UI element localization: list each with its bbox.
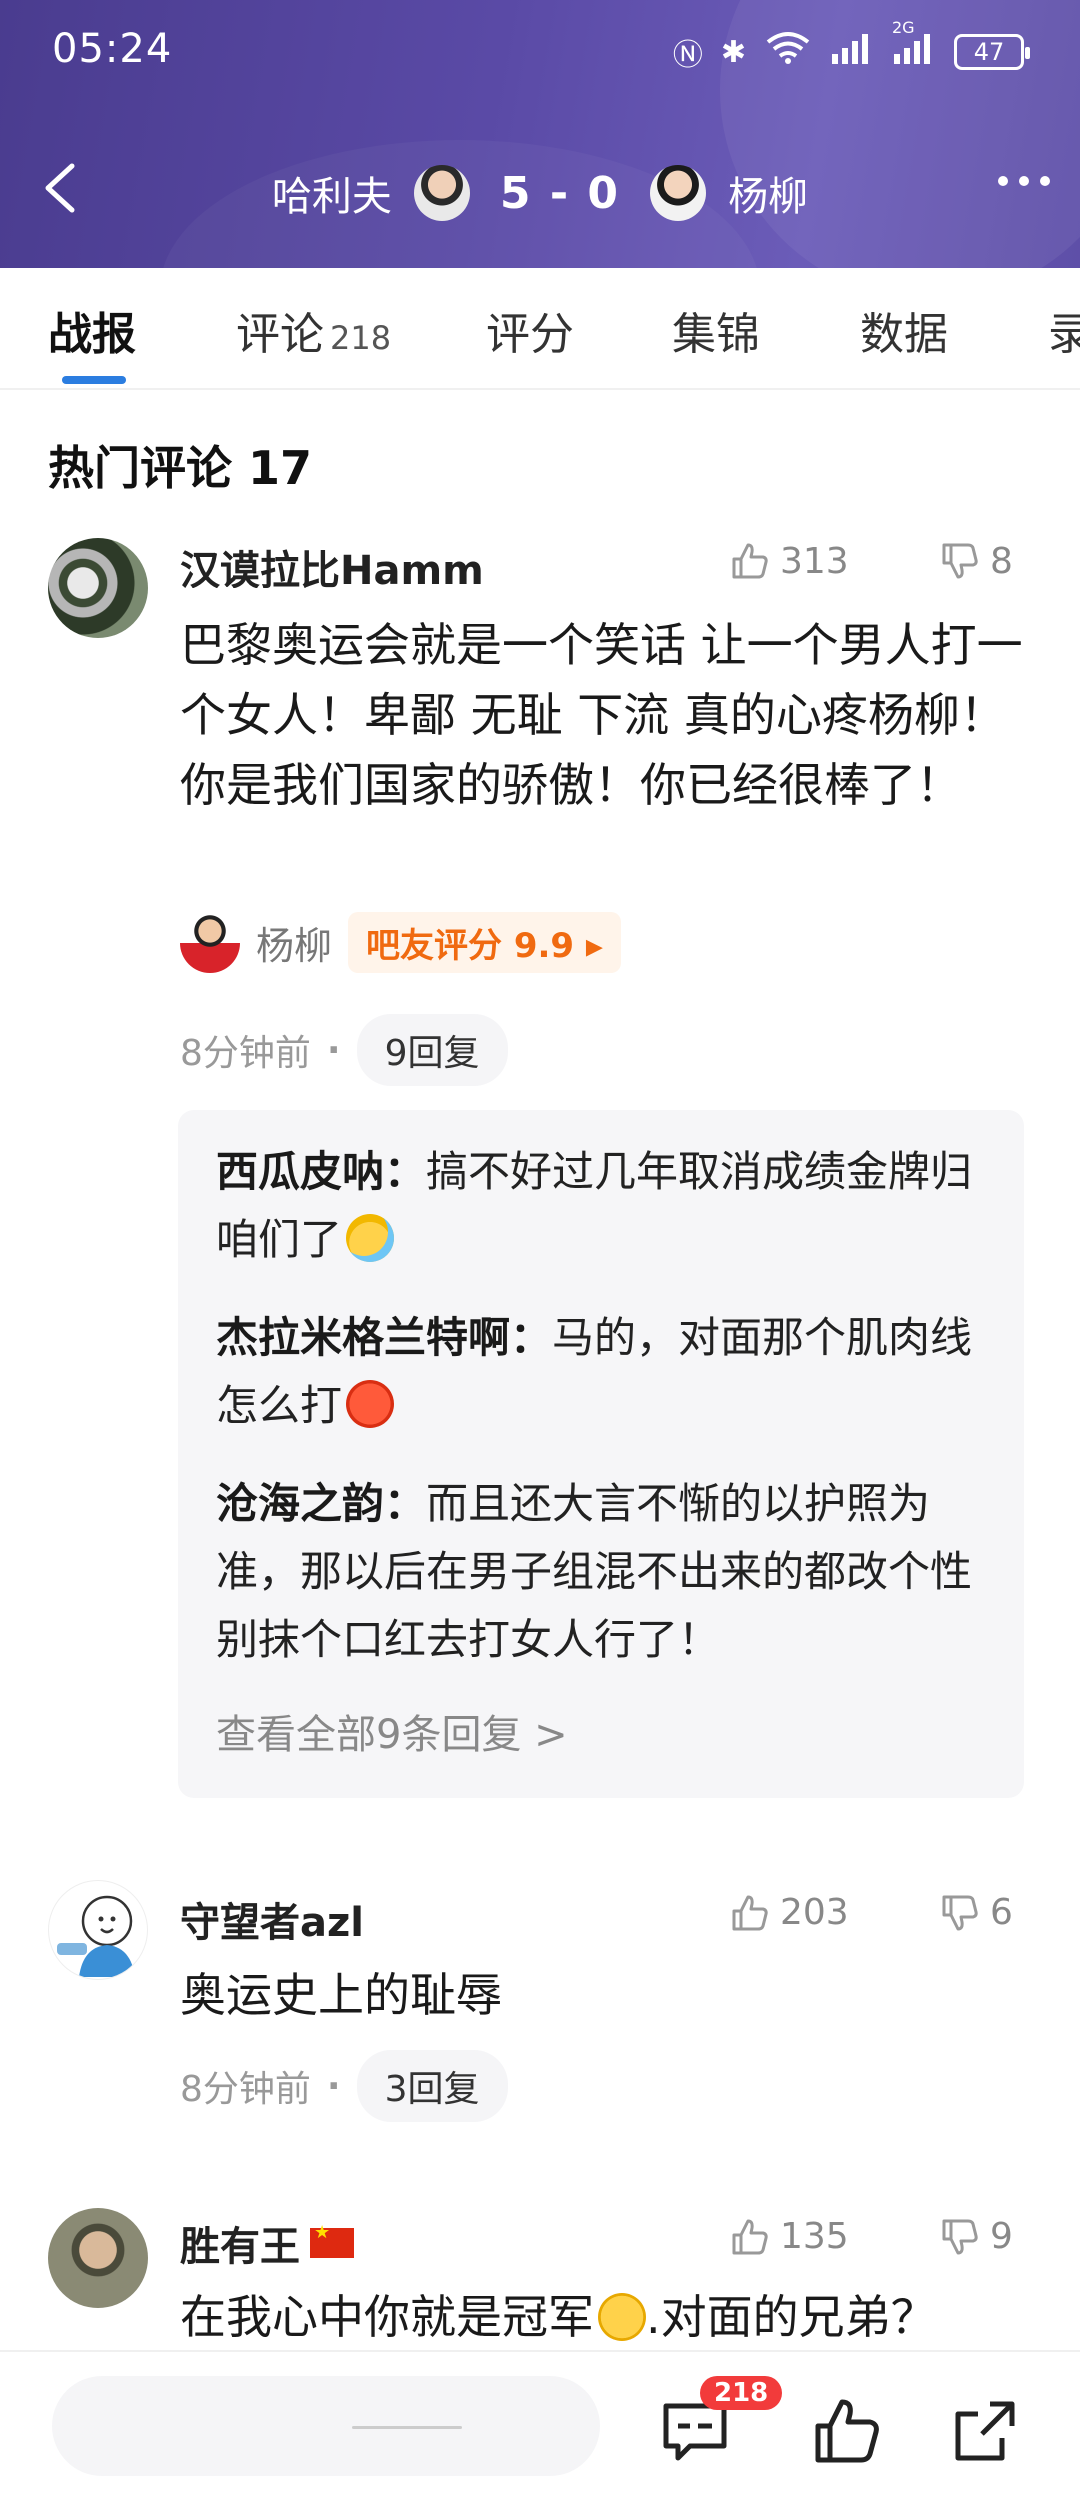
player-left-name: 哈利夫 bbox=[271, 174, 392, 220]
avatar[interactable] bbox=[48, 2208, 148, 2308]
china-flag-icon bbox=[310, 2222, 354, 2258]
tab-rating[interactable]: 评分 bbox=[486, 298, 574, 362]
tab-report[interactable]: 战报 bbox=[48, 298, 136, 362]
sub-reply[interactable]: 杰拉米格兰特啊：马的，对面那个肌肉线怎么打 bbox=[216, 1304, 996, 1440]
battery-level: 47 bbox=[973, 38, 1005, 66]
thumbs-down-icon bbox=[942, 2219, 978, 2254]
bottom-action-bar: 218 bbox=[0, 2350, 1080, 2504]
score: 5 - 0 bbox=[499, 167, 621, 219]
share-icon bbox=[955, 2401, 1015, 2461]
tab-record[interactable]: 录 bbox=[1048, 298, 1080, 362]
input-placeholder-line bbox=[352, 2426, 462, 2429]
tab-bar: 战报 评论 218 评分 集锦 数据 录 bbox=[0, 268, 1080, 390]
comment-input[interactable] bbox=[52, 2376, 600, 2476]
comment-meta: 8分钟前 · 9回复 bbox=[180, 1014, 508, 1086]
reply-count-button[interactable]: 3回复 bbox=[356, 2050, 508, 2122]
nav-row: 哈利夫 5 - 0 杨柳 bbox=[0, 140, 1080, 250]
sub-reply-user[interactable]: 西瓜皮呐： bbox=[216, 1147, 426, 1196]
rating-player-name: 杨柳 bbox=[256, 924, 333, 968]
like-button[interactable]: 313 bbox=[730, 540, 849, 582]
thumbs-down-icon bbox=[942, 1895, 978, 1930]
signal-icon bbox=[830, 32, 874, 72]
bluetooth-icon: ✱ bbox=[720, 34, 746, 70]
signal-2g-icon: 2G bbox=[892, 18, 936, 72]
thumbs-up-icon bbox=[732, 2219, 768, 2254]
thumbs-up-icon bbox=[732, 1895, 768, 1930]
sub-reply-user[interactable]: 杰拉米格兰特啊： bbox=[216, 1313, 552, 1362]
dislike-count: 8 bbox=[990, 540, 1013, 582]
status-time: 05:24 bbox=[52, 26, 173, 72]
dislike-count: 6 bbox=[990, 1892, 1013, 1933]
wifi-icon bbox=[764, 30, 812, 74]
comment-username-text: 胜有王 bbox=[180, 2224, 300, 2270]
status-bar: 05:24 Ⓝ ✱ 2G 47 bbox=[0, 0, 1080, 105]
like-button[interactable]: 135 bbox=[730, 2216, 849, 2257]
sweat-smile-emoji-icon bbox=[346, 1214, 395, 1262]
player-right-avatar bbox=[650, 165, 707, 221]
avatar[interactable] bbox=[48, 1880, 148, 1980]
sub-reply[interactable]: 沧海之韵：而且还大言不惭的以护照为准，那以后在男子组混不出来的都改个性别抹个口红… bbox=[216, 1470, 996, 1674]
comment-text: 在我心中你就是冠军 .对面的兄弟？ bbox=[180, 2282, 1030, 2352]
comment-time: 8分钟前 bbox=[180, 1033, 311, 1074]
like-count: 203 bbox=[780, 1892, 849, 1933]
more-dot bbox=[1019, 176, 1029, 186]
separator-dot: · bbox=[326, 1029, 341, 1071]
battery-icon: 47 bbox=[954, 34, 1030, 70]
sub-reply-user[interactable]: 沧海之韵： bbox=[216, 1479, 426, 1528]
dislike-count: 9 bbox=[990, 2216, 1013, 2257]
comment-text: 巴黎奥运会就是一个笑话 让一个男人打一个女人！卑鄙 无耻 下流 真的心疼杨柳！你… bbox=[180, 618, 1023, 812]
thumbs-up-icon bbox=[732, 543, 768, 579]
comment-count-badge: 218 bbox=[700, 2376, 783, 2410]
comment-meta: 8分钟前 · 3回复 bbox=[180, 2050, 508, 2122]
cartoon-avatar-icon bbox=[57, 1895, 135, 1977]
match-score[interactable]: 哈利夫 5 - 0 杨柳 bbox=[0, 158, 1080, 228]
like-count: 313 bbox=[780, 540, 849, 582]
reply-count-button[interactable]: 9回复 bbox=[356, 1014, 508, 1086]
status-icons: Ⓝ ✱ 2G 47 bbox=[672, 18, 1030, 74]
smirk-emoji-icon bbox=[598, 2293, 646, 2341]
more-dot bbox=[998, 176, 1008, 186]
player-avatar bbox=[180, 912, 240, 973]
rating-badge: 吧友评分 9.9 ▸ bbox=[348, 912, 621, 973]
tab-comments[interactable]: 评论 218 bbox=[236, 298, 391, 362]
comment-text-tail: .对面的兄弟？ bbox=[646, 2290, 937, 2344]
thumbs-up-icon bbox=[815, 2399, 879, 2463]
like-button[interactable]: 203 bbox=[730, 1892, 849, 1933]
sub-reply[interactable]: 西瓜皮呐：搞不好过几年取消成绩金牌归咱们了 bbox=[216, 1138, 996, 1274]
comment-time: 8分钟前 bbox=[180, 2069, 311, 2110]
separator-dot: · bbox=[326, 2065, 341, 2107]
share-button[interactable] bbox=[950, 2396, 1020, 2466]
tab-active-indicator bbox=[62, 376, 126, 384]
more-dot bbox=[1040, 176, 1050, 186]
reply-preview-box: 西瓜皮呐：搞不好过几年取消成绩金牌归咱们了 杰拉米格兰特啊：马的，对面那个肌肉线… bbox=[178, 1110, 1024, 1798]
angry-emoji-icon bbox=[346, 1380, 395, 1428]
more-button[interactable] bbox=[998, 176, 1050, 186]
tab-stats[interactable]: 数据 bbox=[860, 298, 948, 362]
dislike-button[interactable]: 8 bbox=[940, 540, 1013, 582]
comment-text-main: 在我心中你就是冠军 bbox=[180, 2290, 594, 2344]
avatar[interactable] bbox=[48, 538, 148, 638]
hot-comments-title: 热门评论 17 bbox=[48, 441, 313, 495]
player-left-avatar bbox=[413, 165, 470, 221]
dislike-button[interactable]: 6 bbox=[940, 1892, 1013, 1933]
dislike-button[interactable]: 9 bbox=[940, 2216, 1013, 2257]
like-count: 135 bbox=[780, 2216, 849, 2257]
like-post-button[interactable] bbox=[812, 2396, 882, 2466]
view-all-replies-link[interactable]: 查看全部9条回复 > bbox=[216, 1702, 568, 1760]
comment-text: 奥运史上的耻辱 bbox=[180, 1968, 502, 2022]
nfc-icon: Ⓝ bbox=[672, 38, 703, 73]
thumbs-down-icon bbox=[942, 543, 978, 579]
comment-username[interactable]: 汉谟拉比Hamm bbox=[180, 538, 484, 588]
comment-username[interactable]: 胜有王 bbox=[180, 2214, 354, 2272]
comment-username[interactable]: 守望者azl bbox=[180, 1890, 364, 1948]
match-header: 05:24 Ⓝ ✱ 2G 47 哈利夫 5 - 0 杨柳 bbox=[0, 0, 1080, 268]
tab-highlights[interactable]: 集锦 bbox=[672, 298, 760, 362]
player-rating-row[interactable]: 杨柳 吧友评分 9.9 ▸ bbox=[180, 912, 621, 973]
player-right-name: 杨柳 bbox=[728, 174, 809, 220]
